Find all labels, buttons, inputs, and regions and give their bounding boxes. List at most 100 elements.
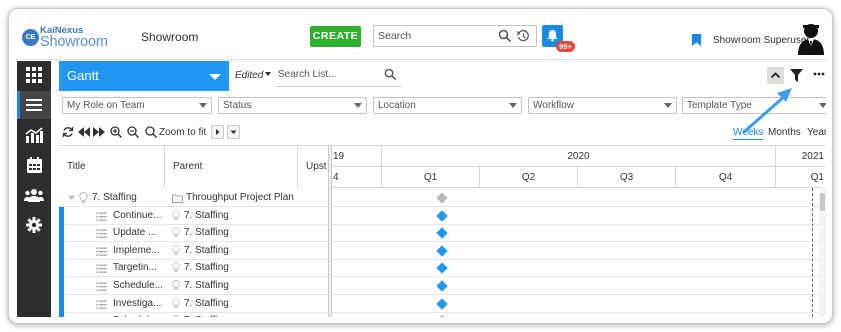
- search-icon[interactable]: [384, 68, 397, 81]
- search-input[interactable]: [378, 29, 496, 43]
- edited-menu[interactable]: Edited: [235, 70, 272, 81]
- column-header-title[interactable]: Title: [59, 146, 165, 188]
- logo[interactable]: CE KaiNexus Showroom: [22, 25, 130, 53]
- fast-forward-icon[interactable]: [93, 127, 105, 137]
- more-options-icon[interactable]: [813, 68, 825, 80]
- options-dropdown-button[interactable]: [227, 125, 240, 139]
- column-header-parent[interactable]: Parent: [165, 146, 298, 188]
- task-title[interactable]: 7. Staffing: [92, 192, 137, 203]
- milestone[interactable]: [436, 209, 448, 222]
- expand-button[interactable]: [211, 125, 224, 139]
- milestone[interactable]: [436, 280, 448, 292]
- scale-weeks[interactable]: Weeks: [733, 127, 764, 140]
- table-row[interactable]: Schedule... 7. Staffing: [59, 277, 826, 295]
- nav-apps[interactable]: [17, 61, 51, 89]
- timeline-quarter: Q2: [480, 167, 578, 188]
- search-icon[interactable]: [145, 126, 157, 138]
- table-row[interactable]: Targetin... 7. Staffing: [59, 259, 826, 278]
- lightbulb-icon: [172, 297, 180, 308]
- task-parent[interactable]: 7. Staffing: [184, 315, 229, 317]
- lightbulb-icon: [172, 315, 180, 317]
- chevron-right-icon: [216, 129, 220, 135]
- nav-people[interactable]: [17, 181, 51, 209]
- zoom-out-icon[interactable]: [127, 126, 139, 138]
- milestone[interactable]: [436, 297, 448, 310]
- bookmark-icon[interactable]: [692, 34, 701, 46]
- task-title[interactable]: Targetin...: [113, 262, 157, 273]
- avatar[interactable]: [795, 21, 826, 55]
- task-parent[interactable]: 7. Staffing: [184, 262, 229, 273]
- row-status-bar: [59, 312, 64, 317]
- row-status-bar: [59, 224, 64, 243]
- vertical-scrollbar[interactable]: [819, 187, 826, 317]
- search-icon[interactable]: [498, 29, 512, 43]
- search-list-input[interactable]: [278, 69, 378, 80]
- column-upstream-label: Upst: [306, 161, 327, 172]
- task-parent[interactable]: 7. Staffing: [184, 280, 229, 291]
- filter-label: Template Type: [687, 100, 752, 111]
- refresh-icon[interactable]: [62, 126, 74, 138]
- nav-reports[interactable]: [17, 121, 51, 149]
- table-row[interactable]: Continue... 7. Staffing: [59, 206, 826, 225]
- milestone[interactable]: [436, 227, 448, 239]
- nav-calendar[interactable]: [17, 151, 51, 179]
- nav-settings[interactable]: [17, 211, 51, 239]
- collapse-button[interactable]: [767, 67, 784, 84]
- chevron-down-icon: [230, 130, 237, 134]
- task-title[interactable]: Investiga...: [113, 298, 161, 309]
- scale-months[interactable]: Months: [768, 127, 801, 138]
- group-milestone[interactable]: [436, 192, 448, 204]
- task-title[interactable]: Impleme...: [113, 245, 160, 256]
- filter-icon[interactable]: [790, 69, 803, 82]
- nav-lists[interactable]: [17, 91, 51, 119]
- task-title[interactable]: Continue...: [113, 210, 161, 221]
- milestone[interactable]: [436, 315, 448, 317]
- lightbulb-icon: [172, 209, 180, 220]
- filter-template-type[interactable]: Template Type: [682, 97, 826, 114]
- filter-status[interactable]: Status: [218, 97, 367, 114]
- app-title[interactable]: Showroom: [141, 30, 198, 44]
- task-parent[interactable]: 7. Staffing: [184, 210, 229, 221]
- filter-label: My Role on Team: [67, 100, 145, 111]
- calendar-icon: [26, 157, 42, 173]
- timeline-quarter: Q1: [810, 172, 824, 183]
- view-selector[interactable]: Gantt: [59, 61, 229, 91]
- gantt-grid: Title Parent Upst 19 2020 2021 4 Q1 Q2 Q…: [59, 145, 826, 317]
- milestone[interactable]: [436, 245, 448, 257]
- filter-location[interactable]: Location: [373, 97, 522, 114]
- timeline-year: 2020: [382, 146, 776, 167]
- row-status-bar: [59, 259, 64, 278]
- lightbulb-icon: [79, 192, 88, 203]
- zoom-to-fit-button[interactable]: Zoom to fit: [159, 127, 206, 138]
- task-parent[interactable]: 7. Staffing: [184, 245, 229, 256]
- filter-workflow[interactable]: Workflow: [528, 97, 677, 114]
- task-title[interactable]: Update ...: [113, 227, 156, 238]
- task-parent[interactable]: Throughput Project Plan: [186, 192, 294, 203]
- task-parent[interactable]: 7. Staffing: [184, 227, 229, 238]
- create-button[interactable]: CREATE: [310, 26, 361, 47]
- logo-product: Showroom: [40, 34, 108, 50]
- rewind-icon[interactable]: [78, 127, 90, 137]
- scrollbar-thumb[interactable]: [820, 193, 825, 211]
- task-title[interactable]: Schedule...: [113, 315, 163, 317]
- timeline-year: 19: [332, 146, 382, 167]
- table-row[interactable]: Schedule... 7. Staffing: [59, 312, 826, 317]
- table-row[interactable]: Investiga... 7. Staffing: [59, 294, 826, 313]
- task-list-icon: [96, 282, 107, 291]
- filter-label: Status: [223, 100, 252, 111]
- task-title[interactable]: Schedule...: [113, 280, 163, 291]
- global-search: [373, 25, 537, 47]
- lightbulb-icon: [172, 280, 180, 290]
- task-parent[interactable]: 7. Staffing: [184, 298, 229, 309]
- table-row[interactable]: Update ... 7. Staffing: [59, 224, 826, 243]
- lightbulb-icon: [172, 227, 180, 237]
- table-row[interactable]: Impleme... 7. Staffing: [59, 241, 826, 260]
- filter-my-role[interactable]: My Role on Team: [62, 97, 212, 114]
- scale-years[interactable]: Years: [807, 127, 826, 138]
- collapse-caret-icon[interactable]: [68, 194, 76, 202]
- zoom-in-icon[interactable]: [110, 126, 122, 138]
- milestone[interactable]: [436, 262, 448, 275]
- history-icon[interactable]: [516, 29, 530, 43]
- column-header-upstream[interactable]: Upst: [298, 146, 328, 188]
- group-row[interactable]: 7. Staffing Throughput Project Plan: [59, 189, 826, 207]
